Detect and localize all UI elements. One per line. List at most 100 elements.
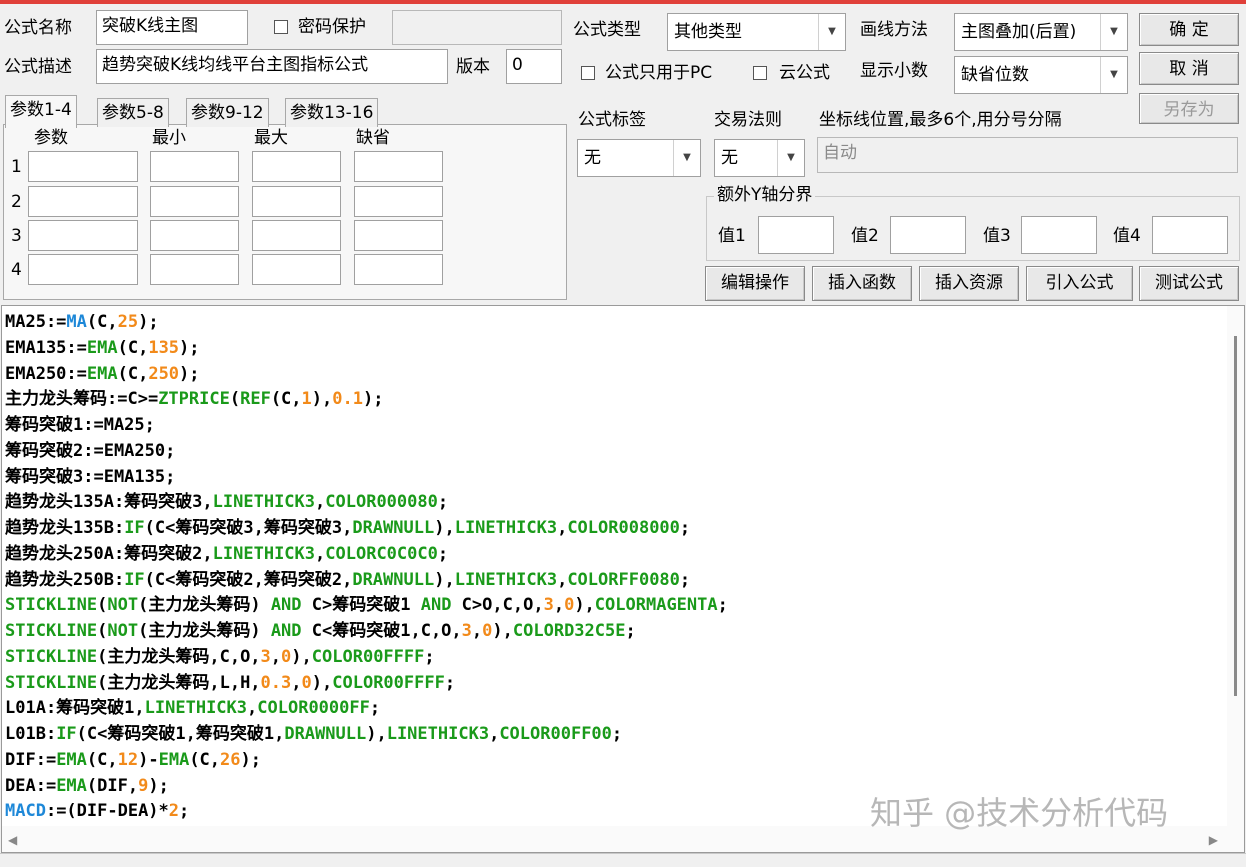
param-row-number: 4 (11, 260, 22, 280)
chevron-down-icon[interactable]: ▼ (777, 140, 804, 176)
password-input[interactable] (392, 10, 562, 45)
cloud-checkbox[interactable] (753, 66, 767, 80)
vertical-scroll-thumb[interactable] (1234, 336, 1237, 696)
status-bar (0, 853, 1246, 867)
password-checkbox[interactable] (274, 20, 288, 34)
code-line[interactable]: STICKLINE(NOT(主力龙头筹码) AND C<筹码突破1,C,O,3,… (5, 619, 728, 645)
code-line[interactable]: L01B:IF(C<筹码突破1,筹码突破1,DRAWNULL),LINETHIC… (5, 722, 728, 748)
ok-button[interactable]: 确 定 (1139, 13, 1239, 46)
code-line[interactable]: EMA250:=EMA(C,250); (5, 362, 728, 388)
code-line[interactable]: 趋势龙头250A:筹码突破2,LINETHICK3,COLORC0C0C0; (5, 542, 728, 568)
value2-label: 值2 (851, 226, 879, 246)
edit-ops-button[interactable]: 编辑操作 (705, 266, 805, 301)
param-cell-input[interactable] (28, 220, 138, 251)
trade-rule-value: 无 (721, 148, 738, 168)
tag-value: 无 (584, 148, 601, 168)
tab-params-1-4[interactable]: 参数1-4 (5, 95, 77, 128)
code-line[interactable]: DEA:=EMA(DIF,9); (5, 774, 728, 800)
formula-type-value: 其他类型 (674, 22, 742, 42)
param-cell-input[interactable] (354, 186, 443, 217)
tab-params-5-8[interactable]: 参数5-8 (97, 98, 169, 127)
code-line[interactable]: 筹码突破1:=MA25; (5, 413, 728, 439)
import-formula-button[interactable]: 引入公式 (1026, 266, 1133, 301)
value2-input[interactable] (890, 216, 966, 254)
insert-func-button[interactable]: 插入函数 (812, 266, 912, 301)
code-line[interactable]: STICKLINE(主力龙头筹码,C,O,3,0),COLOR00FFFF; (5, 645, 728, 671)
chevron-down-icon[interactable]: ▼ (818, 14, 845, 50)
trade-rule-select[interactable]: 无 ▼ (714, 139, 805, 177)
extra-y-axis-label: 额外Y轴分界 (714, 187, 816, 204)
code-line[interactable]: STICKLINE(主力龙头筹码,L,H,0.3,0),COLOR00FFFF; (5, 671, 728, 697)
scroll-right-icon[interactable]: ▶ (1209, 833, 1218, 847)
decimal-select[interactable]: 缺省位数 ▼ (954, 56, 1128, 94)
param-cell-input[interactable] (150, 254, 239, 285)
code-line[interactable]: 主力龙头筹码:=C>=ZTPRICE(REF(C,1),0.1); (5, 387, 728, 413)
code-line[interactable]: 筹码突破3:=EMA135; (5, 465, 728, 491)
trade-rule-label: 交易法则 (714, 110, 782, 130)
value1-input[interactable] (758, 216, 834, 254)
param-header-max: 最大 (254, 128, 288, 148)
vertical-scrollbar[interactable] (1227, 306, 1244, 826)
code-line[interactable]: L01A:筹码突破1,LINETHICK3,COLOR0000FF; (5, 696, 728, 722)
code-line[interactable]: DIF:=EMA(C,12)-EMA(C,26); (5, 748, 728, 774)
tag-select[interactable]: 无 ▼ (577, 139, 701, 177)
scroll-left-icon[interactable]: ◀ (8, 833, 17, 847)
code-line[interactable]: MA25:=MA(C,25); (5, 310, 728, 336)
param-cell-input[interactable] (150, 186, 239, 217)
chevron-down-icon[interactable]: ▼ (1100, 14, 1127, 50)
param-header-default: 缺省 (356, 128, 390, 148)
code-line[interactable]: 趋势龙头135A:筹码突破3,LINETHICK3,COLOR000080; (5, 490, 728, 516)
param-cell-input[interactable] (252, 254, 341, 285)
param-header-min: 最小 (152, 128, 186, 148)
formula-desc-label: 公式描述 (4, 57, 72, 77)
code-line[interactable]: 筹码突破2:=EMA250; (5, 439, 728, 465)
pc-only-checkbox[interactable] (581, 66, 595, 80)
formula-type-label: 公式类型 (573, 20, 641, 40)
param-cell-input[interactable] (354, 254, 443, 285)
tab-params-13-16[interactable]: 参数13-16 (285, 98, 379, 127)
code-line[interactable]: 趋势龙头250B:IF(C<筹码突破2,筹码突破2,DRAWNULL),LINE… (5, 568, 728, 594)
chevron-down-icon[interactable]: ▼ (673, 140, 700, 176)
code-line[interactable]: EMA135:=EMA(C,135); (5, 336, 728, 362)
formula-type-select[interactable]: 其他类型 ▼ (667, 13, 846, 51)
password-label: 密码保护 (298, 17, 366, 37)
draw-method-value: 主图叠加(后置) (961, 22, 1077, 42)
code-line[interactable]: MACD:=(DIF-DEA)*2; (5, 799, 728, 825)
draw-method-select[interactable]: 主图叠加(后置) ▼ (954, 13, 1128, 51)
code-editor[interactable]: MA25:=MA(C,25); EMA135:=EMA(C,135); EMA250… (1, 305, 1245, 853)
param-cell-input[interactable] (252, 220, 341, 251)
draw-method-label: 画线方法 (860, 20, 928, 40)
formula-name-label: 公式名称 (4, 18, 72, 38)
param-cell-input[interactable] (354, 220, 443, 251)
version-label: 版本 (456, 57, 490, 77)
save-as-button[interactable]: 另存为 (1139, 93, 1239, 124)
param-cell-input[interactable] (150, 220, 239, 251)
cloud-label: 云公式 (779, 63, 830, 83)
value4-input[interactable] (1152, 216, 1228, 254)
param-cell-input[interactable] (252, 151, 341, 182)
formula-desc-input[interactable]: 趋势突破K线均线平台主图指标公式 (96, 49, 448, 84)
pc-only-label: 公式只用于PC (605, 63, 713, 83)
test-formula-button[interactable]: 测试公式 (1139, 266, 1239, 301)
value3-input[interactable] (1021, 216, 1097, 254)
formula-name-input[interactable]: 突破K线主图 (96, 10, 248, 45)
param-cell-input[interactable] (252, 186, 341, 217)
code-text[interactable]: MA25:=MA(C,25); EMA135:=EMA(C,135); EMA250… (5, 310, 728, 825)
version-input[interactable]: 0 (506, 49, 562, 84)
code-line[interactable]: STICKLINE(NOT(主力龙头筹码) AND C>筹码突破1 AND C>… (5, 593, 728, 619)
param-cell-input[interactable] (28, 254, 138, 285)
code-line[interactable]: 趋势龙头135B:IF(C<筹码突破3,筹码突破3,DRAWNULL),LINE… (5, 516, 728, 542)
tab-params-9-12[interactable]: 参数9-12 (186, 98, 269, 127)
watermark: 知乎 @技术分析代码 (870, 794, 1169, 832)
param-cell-input[interactable] (28, 186, 138, 217)
coord-input[interactable]: 自动 (817, 137, 1238, 173)
insert-resource-button[interactable]: 插入资源 (919, 266, 1019, 301)
param-cell-input[interactable] (150, 151, 239, 182)
value1-label: 值1 (718, 226, 746, 246)
value4-label: 值4 (1113, 226, 1141, 246)
param-cell-input[interactable] (354, 151, 443, 182)
cancel-button[interactable]: 取 消 (1139, 52, 1239, 85)
param-cell-input[interactable] (28, 151, 138, 182)
chevron-down-icon[interactable]: ▼ (1100, 57, 1127, 93)
param-row-number: 3 (11, 226, 22, 246)
